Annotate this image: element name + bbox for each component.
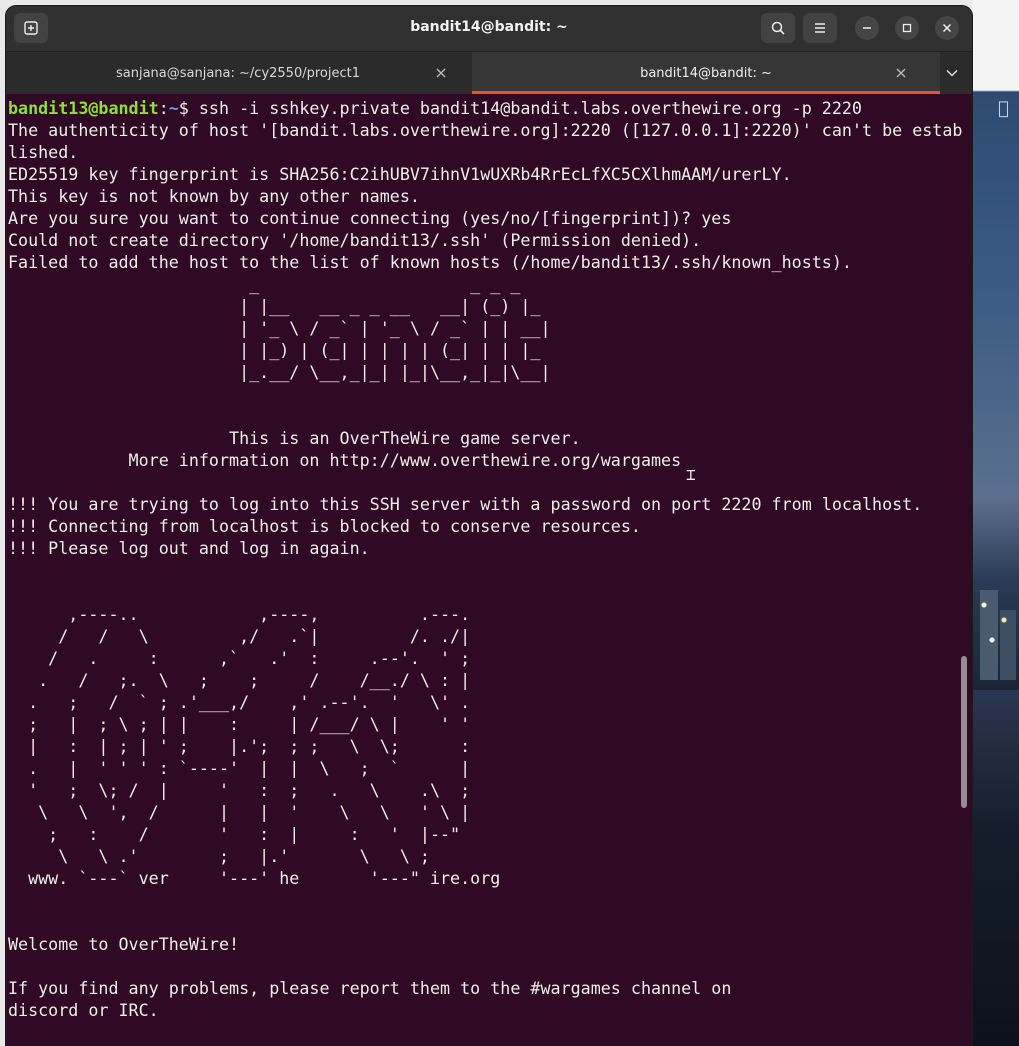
hamburger-menu-icon: [815, 23, 825, 33]
terminal-output: bandit13@bandit:~$ ssh -i sshkey.private…: [8, 97, 962, 1021]
chevron-down-icon: [946, 69, 958, 77]
menu-button[interactable]: [803, 13, 837, 43]
tab-bar: sanjana@sanjana: ~/cy2550/project1 bandi…: [6, 51, 972, 94]
tab-list-dropdown[interactable]: [940, 62, 964, 84]
tab-label: sanjana@sanjana: ~/cy2550/project1: [115, 65, 360, 81]
prompt-symbol: $: [178, 98, 199, 118]
close-icon: [942, 23, 952, 33]
search-button[interactable]: [761, 13, 795, 43]
apple-logo-icon: : [998, 98, 1009, 119]
maximize-icon: [902, 23, 912, 33]
command-output: The authenticity of host '[bandit.labs.o…: [8, 120, 963, 1020]
desktop-background: : [972, 0, 1019, 1046]
tab-close-button[interactable]: [896, 64, 906, 82]
wallpaper-water: [972, 690, 1019, 1046]
minimize-icon: [863, 27, 871, 29]
maximize-button[interactable]: [895, 16, 919, 40]
close-window-button[interactable]: [935, 16, 959, 40]
tab-label: bandit14@bandit: ~: [640, 65, 772, 81]
prompt-path: ~: [168, 98, 179, 118]
close-icon: [896, 68, 906, 78]
wallpaper-city-lights: [974, 595, 1018, 655]
desktop-window-edge: [972, 0, 1019, 90]
tab-bandit14[interactable]: bandit14@bandit: ~: [472, 52, 940, 94]
minimize-button[interactable]: [855, 16, 879, 40]
prompt-separator: :: [158, 98, 169, 118]
terminal-window: bandit14@bandit: ~ sanjana@sanjana: ~/cy…: [6, 6, 972, 1046]
terminal-scrollbar[interactable]: [961, 656, 967, 808]
title-bar[interactable]: bandit14@bandit: ~: [6, 6, 972, 51]
terminal-view[interactable]: bandit13@bandit:~$ ssh -i sshkey.private…: [6, 94, 972, 1046]
search-icon: [771, 21, 785, 35]
tab-sanjana[interactable]: sanjana@sanjana: ~/cy2550/project1: [6, 52, 470, 94]
text-cursor-icon: ⌶: [686, 465, 696, 484]
close-icon: [436, 68, 446, 78]
tab-close-button[interactable]: [436, 64, 446, 82]
prompt-user-host: bandit13@bandit: [8, 98, 159, 118]
prompt-command: ssh -i sshkey.private bandit14@bandit.la…: [198, 98, 862, 118]
